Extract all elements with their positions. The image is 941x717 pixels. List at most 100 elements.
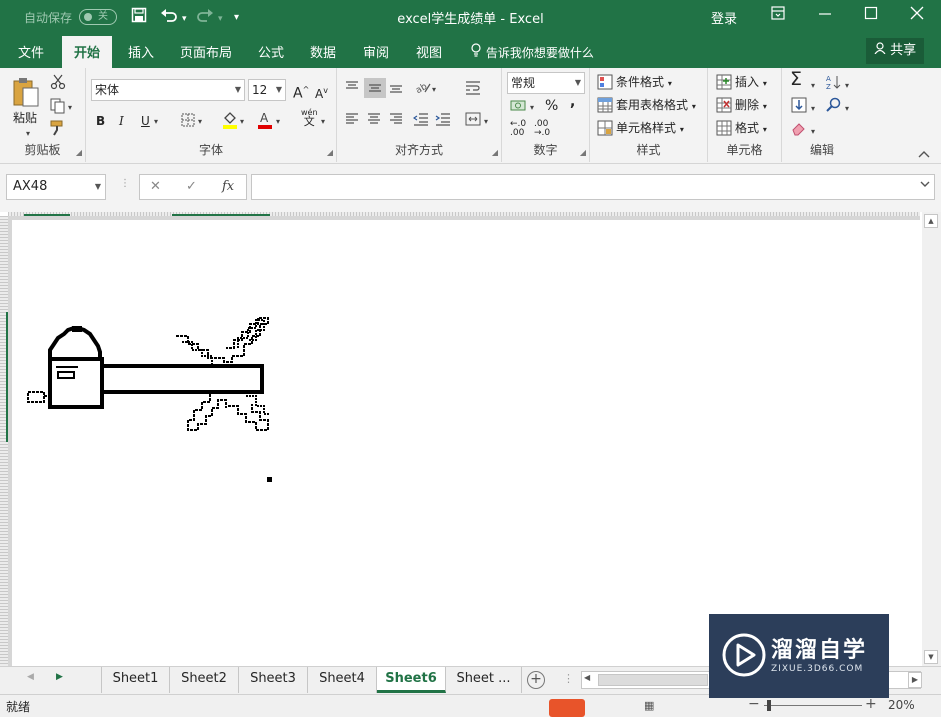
insert-cells-button[interactable]: 插入 ▾ — [735, 74, 767, 92]
tab-view[interactable]: 视图 — [416, 42, 442, 61]
merge-dropdown-icon[interactable]: ▾ — [484, 114, 488, 130]
clear-icon[interactable] — [791, 120, 807, 141]
sheet-tab-more[interactable]: Sheet ... — [446, 667, 522, 693]
tab-insert[interactable]: 插入 — [128, 42, 154, 61]
collapse-ribbon-icon[interactable] — [918, 146, 930, 162]
tab-data[interactable]: 数据 — [310, 42, 336, 61]
clipboard-launcher-icon[interactable]: ◢ — [76, 148, 82, 157]
autosum-icon[interactable]: Σ — [790, 70, 802, 89]
sheet-tab-sheet6[interactable]: Sheet6 — [377, 667, 446, 693]
zoom-slider-thumb[interactable] — [767, 700, 771, 711]
format-as-table-button[interactable]: 套用表格格式 ▾ — [616, 97, 696, 115]
tab-formulas[interactable]: 公式 — [258, 42, 284, 61]
comma-style-button[interactable]: , — [570, 94, 575, 110]
accounting-format-icon[interactable] — [510, 98, 528, 119]
borders-dropdown-icon[interactable]: ▾ — [198, 114, 202, 130]
clear-dropdown-icon[interactable]: ▾ — [811, 124, 815, 140]
tab-home[interactable]: 开始 — [62, 36, 113, 68]
increase-font-size-icon[interactable]: A^ — [293, 82, 309, 102]
fill-color-dropdown-icon[interactable]: ▾ — [240, 114, 244, 130]
paste-icon[interactable] — [12, 76, 40, 113]
tab-page-layout[interactable]: 页面布局 — [180, 42, 232, 61]
scroll-up-icon[interactable]: ▲ — [924, 214, 938, 228]
add-sheet-button[interactable]: + — [527, 671, 545, 689]
login-link[interactable]: 登录 — [711, 8, 737, 27]
scroll-right-icon[interactable]: ▶ — [908, 672, 922, 688]
paste-dropdown-icon[interactable]: ▾ — [26, 126, 30, 142]
next-sheet-icon[interactable]: ▶ — [56, 672, 63, 682]
orientation-icon[interactable]: ab — [414, 80, 431, 99]
decrease-decimal-button[interactable]: .00 →.0 — [534, 120, 550, 138]
expand-formula-bar-icon[interactable] — [920, 180, 930, 191]
insert-function-icon[interactable]: fx — [222, 179, 234, 194]
close-icon[interactable] — [907, 6, 927, 24]
underline-button[interactable]: U — [141, 113, 150, 129]
formula-input[interactable] — [251, 174, 935, 200]
normal-view-icon[interactable]: ▦ — [644, 699, 654, 712]
number-launcher-icon[interactable]: ◢ — [580, 148, 586, 157]
fill-color-icon[interactable] — [222, 110, 238, 135]
bold-button[interactable]: B — [96, 113, 105, 129]
minimize-icon[interactable] — [815, 6, 835, 24]
scroll-down-icon[interactable]: ▼ — [924, 650, 938, 664]
zoom-level[interactable]: 20% — [888, 698, 915, 712]
sort-filter-dropdown-icon[interactable]: ▾ — [845, 78, 849, 94]
merge-center-icon[interactable] — [465, 112, 481, 131]
phonetic-guide-button[interactable]: wén 文 — [301, 108, 318, 127]
align-bottom-icon[interactable] — [389, 80, 403, 99]
font-size-select[interactable]: 12 ▼ — [248, 79, 286, 101]
cell-grid[interactable] — [8, 216, 920, 666]
confirm-entry-icon[interactable]: ✓ — [186, 179, 197, 194]
percent-style-button[interactable]: % — [545, 98, 558, 114]
font-name-select[interactable]: 宋体 ▼ — [91, 79, 245, 101]
align-top-icon[interactable] — [345, 80, 359, 99]
sheet-tab-sheet2[interactable]: Sheet2 — [170, 667, 239, 693]
find-select-dropdown-icon[interactable]: ▾ — [845, 101, 849, 117]
increase-indent-icon[interactable] — [435, 112, 451, 131]
font-color-icon[interactable]: A — [257, 110, 273, 135]
sheet-tab-sheet4[interactable]: Sheet4 — [308, 667, 377, 693]
paste-label[interactable]: 粘贴 — [13, 110, 37, 126]
zoom-slider-track[interactable] — [764, 705, 862, 706]
zoom-in-icon[interactable]: + — [865, 696, 877, 712]
sort-filter-icon[interactable]: AZ — [826, 74, 842, 95]
format-as-table-icon[interactable] — [597, 97, 613, 118]
cancel-entry-icon[interactable]: ✕ — [150, 179, 161, 194]
underline-dropdown-icon[interactable]: ▾ — [154, 114, 158, 130]
vertical-scrollbar[interactable]: ▲ ▼ — [922, 212, 941, 666]
maximize-icon[interactable] — [861, 6, 881, 24]
decrease-indent-icon[interactable] — [412, 112, 429, 131]
increase-decimal-button[interactable]: ←.0.00 — [510, 120, 526, 138]
copy-dropdown-icon[interactable]: ▾ — [68, 100, 72, 116]
find-select-icon[interactable] — [826, 97, 842, 118]
autosum-dropdown-icon[interactable]: ▾ — [811, 78, 815, 94]
conditional-formatting-button[interactable]: 条件格式 ▾ — [616, 74, 672, 92]
sheet-tab-sheet1[interactable]: Sheet1 — [101, 667, 170, 693]
name-box-dropdown-icon[interactable]: ▼ — [95, 175, 101, 199]
tab-split-grip-icon[interactable]: ⋮ — [563, 672, 574, 685]
sheet-tab-sheet3[interactable]: Sheet3 — [239, 667, 308, 693]
tab-review[interactable]: 审阅 — [363, 42, 389, 61]
format-painter-icon[interactable] — [50, 120, 66, 141]
wrap-text-icon[interactable] — [465, 80, 481, 101]
cut-icon[interactable] — [50, 74, 66, 95]
phonetic-dropdown-icon[interactable]: ▾ — [321, 114, 325, 130]
accounting-dropdown-icon[interactable]: ▾ — [530, 100, 534, 116]
number-format-select[interactable]: 常规 ▼ — [507, 72, 585, 94]
delete-cells-icon[interactable] — [716, 97, 732, 118]
format-cells-icon[interactable] — [716, 120, 732, 141]
copy-icon[interactable] — [50, 98, 66, 119]
font-color-dropdown-icon[interactable]: ▾ — [276, 114, 280, 130]
fill-icon[interactable] — [791, 97, 807, 118]
font-launcher-icon[interactable]: ◢ — [327, 148, 333, 157]
tell-me-box[interactable]: 告诉我你想要做什么 — [470, 43, 594, 61]
insert-cells-icon[interactable] — [716, 74, 732, 95]
italic-button[interactable]: I — [119, 113, 124, 129]
tab-file[interactable]: 文件 — [18, 42, 44, 61]
share-button[interactable]: 共享 — [866, 38, 924, 64]
conditional-formatting-icon[interactable] — [597, 74, 613, 95]
align-right-icon[interactable] — [389, 112, 403, 131]
horizontal-scroll-thumb[interactable] — [598, 674, 708, 686]
alignment-launcher-icon[interactable]: ◢ — [492, 148, 498, 157]
align-center-icon[interactable] — [367, 112, 381, 131]
